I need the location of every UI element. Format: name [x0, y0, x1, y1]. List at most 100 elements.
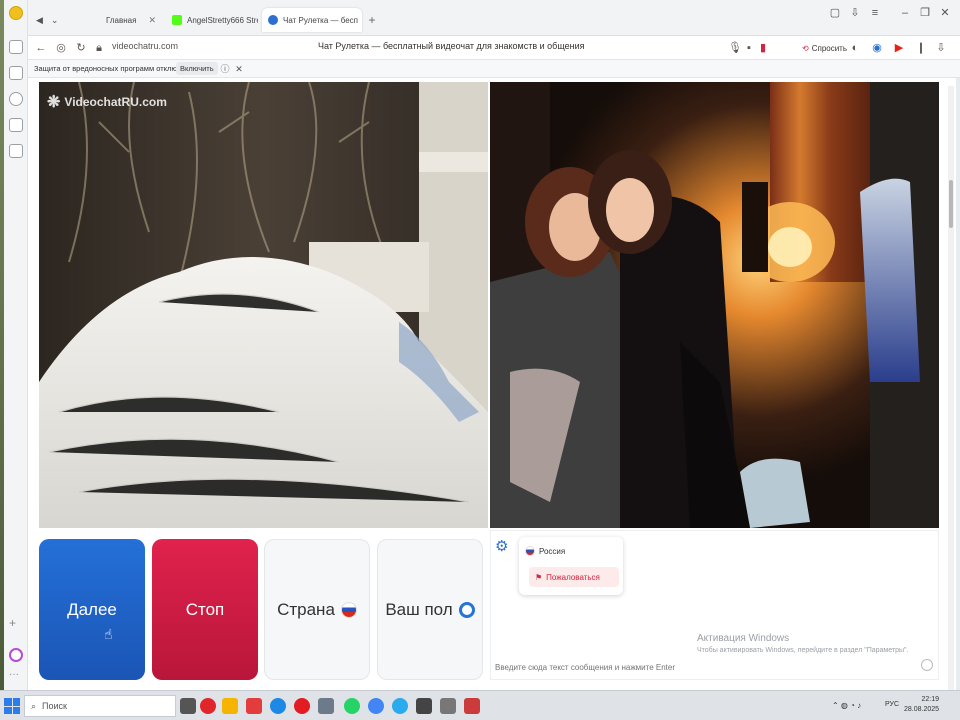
sidebar-toggle-icon[interactable]: ❙: [914, 41, 928, 55]
minimize-icon[interactable]: –: [898, 6, 912, 20]
flag-icon: ⚑: [535, 572, 543, 582]
search-placeholder: Поиск: [42, 701, 67, 711]
bookmark-icon[interactable]: [9, 118, 23, 132]
enable-protection-button[interactable]: Включить: [176, 62, 218, 75]
next-label: Далее: [67, 599, 117, 619]
activation-title: Активация Windows: [697, 633, 790, 644]
logo-text: VideochatRU.com: [64, 95, 167, 109]
youtube-icon[interactable]: ▶: [892, 41, 906, 55]
extension-icon[interactable]: ◐: [848, 41, 862, 55]
close-window-icon[interactable]: ✕: [938, 6, 952, 20]
task-view-icon[interactable]: [180, 698, 196, 714]
info-icon[interactable]: ⓘ: [218, 62, 232, 76]
scrollbar[interactable]: [948, 86, 954, 690]
tab-label: Чат Рулетка — бесп: [283, 15, 359, 25]
search-icon: ⌕: [31, 700, 37, 711]
speaker-icon[interactable]: ◀︎: [36, 15, 43, 26]
microphone-icon[interactable]: 🎙︎: [728, 41, 742, 55]
chat-message-input[interactable]: [495, 659, 925, 675]
clock[interactable]: 22:19 28.08.2025: [904, 695, 939, 715]
partner-video-frame: [490, 82, 939, 528]
camera-icon[interactable]: ▪: [742, 41, 756, 55]
media-icon[interactable]: [464, 698, 480, 714]
tab-label: AngelStretty666 Stream: [187, 15, 258, 25]
site-logo: ❋ VideochatRU.com: [47, 92, 167, 112]
partner-info-card: Россия ⚑ Пожаловаться: [519, 537, 623, 595]
yandex-icon[interactable]: [246, 698, 262, 714]
windows-activation-watermark: Активация Windows Чтобы активировать Win…: [697, 633, 908, 654]
windows-taskbar: ⌕ Поиск ⌃ ◍ ◔ ♪ РУС 22:19 28.08.2025: [0, 690, 960, 720]
maximize-icon[interactable]: ❐: [918, 6, 932, 20]
cursor-icon: ☝︎: [104, 626, 113, 642]
partner-video: [490, 82, 939, 528]
clock-time: 22:19: [921, 696, 940, 703]
downloads-icon[interactable]: ⇩: [848, 6, 862, 20]
settings-gear-icon[interactable]: ⚙: [495, 539, 511, 555]
app-icon[interactable]: [440, 698, 456, 714]
site-favicon-icon: [268, 15, 278, 25]
gender-label: Ваш пол: [385, 599, 453, 619]
edge-icon[interactable]: [270, 698, 286, 714]
tab-label: Главная: [106, 15, 137, 25]
close-icon[interactable]: ✕: [142, 15, 156, 26]
chrome-icon[interactable]: [368, 698, 384, 714]
lock-icon[interactable]: 🔒︎: [92, 41, 106, 55]
windows-start-icon[interactable]: [4, 698, 20, 714]
tab-stream[interactable]: AngelStretty666 Stream: [166, 8, 258, 32]
close-notice-icon[interactable]: ✕: [232, 62, 246, 76]
new-tab-button[interactable]: +: [364, 8, 380, 32]
bookmark-add-icon[interactable]: ▮: [756, 41, 770, 55]
scrollbar-thumb[interactable]: [949, 180, 953, 228]
ask-ai-button[interactable]: ⟲ Спросить: [798, 40, 851, 56]
tab-home[interactable]: Главная ✕: [92, 8, 162, 32]
add-panel-icon[interactable]: +: [9, 617, 23, 631]
tab-chatroulette[interactable]: Чат Рулетка — бесп ✕: [262, 8, 362, 32]
menu-icon[interactable]: ≡: [868, 6, 882, 20]
taskbar-search[interactable]: ⌕ Поиск: [24, 695, 176, 717]
partner-country: Россия: [525, 546, 565, 556]
profile-avatar-icon[interactable]: [9, 6, 23, 20]
tabs-menu-icon[interactable]: ▢: [828, 6, 842, 20]
country-button[interactable]: Страна: [264, 539, 370, 680]
next-button[interactable]: Далее: [39, 539, 145, 680]
reload-icon[interactable]: ↻: [74, 41, 88, 55]
russia-flag-icon: [340, 601, 357, 618]
address-bar: ← ◎ ↻ 🔒︎ videochatru.com Чат Рулетка — б…: [28, 36, 960, 60]
translate-icon[interactable]: ◉: [870, 41, 884, 55]
url-text[interactable]: videochatru.com: [112, 41, 178, 51]
local-video-frame: [39, 82, 488, 528]
report-button[interactable]: ⚑ Пожаловаться: [529, 567, 619, 587]
gender-button[interactable]: Ваш пол: [377, 539, 483, 680]
copy-icon[interactable]: [9, 66, 23, 80]
play-icon[interactable]: [9, 40, 23, 54]
opera-icon[interactable]: [200, 698, 216, 714]
store-icon[interactable]: [318, 698, 334, 714]
stop-button[interactable]: Стоп: [152, 539, 258, 680]
gender-icon: [458, 601, 475, 618]
report-label: Пожаловаться: [546, 572, 600, 582]
language-indicator[interactable]: РУС: [885, 701, 899, 708]
tray-icons[interactable]: ⌃ ◍ ◔ ♪: [832, 701, 861, 710]
back-icon[interactable]: ←: [34, 41, 48, 55]
chat-panel: ⚙ Россия ⚑ Пожаловаться Активация Window…: [490, 530, 939, 680]
download-icon[interactable]: ⇩: [934, 41, 948, 55]
tab-controls[interactable]: ◀︎ ⌄: [30, 8, 70, 32]
tool-icon[interactable]: [416, 698, 432, 714]
chevron-down-icon[interactable]: ⌄: [51, 15, 59, 26]
whatsapp-icon[interactable]: [344, 698, 360, 714]
telegram-icon[interactable]: [392, 698, 408, 714]
country-label: Страна: [277, 599, 335, 619]
kick-icon: [172, 15, 182, 25]
close-icon[interactable]: ✕: [358, 15, 362, 26]
yandex-browser-icon[interactable]: [294, 698, 310, 714]
tab-bar: ◀︎ ⌄ Главная ✕ AngelStretty666 Stream Ча…: [28, 0, 960, 36]
logo-icon: ❋: [47, 94, 61, 111]
emoji-icon[interactable]: [921, 659, 933, 671]
save-icon[interactable]: [9, 144, 23, 158]
more-icon[interactable]: ···: [9, 670, 23, 684]
file-explorer-icon[interactable]: [222, 698, 238, 714]
clock-icon[interactable]: [9, 92, 23, 106]
browser-sidebar: + ···: [4, 0, 28, 690]
shield-icon[interactable]: ◎: [54, 41, 68, 55]
assistant-icon[interactable]: [9, 648, 23, 662]
